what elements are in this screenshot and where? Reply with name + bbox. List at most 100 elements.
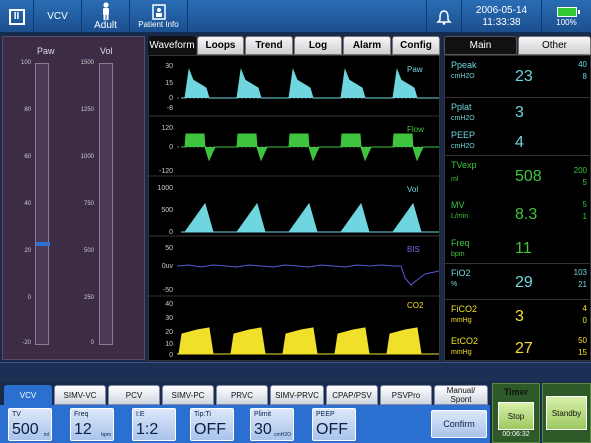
param-unit: % (451, 281, 458, 288)
paw-tick-label: 0 (169, 95, 173, 102)
param-row-peep[interactable]: PEEP cmH2O 4 (445, 126, 591, 156)
tab-main[interactable]: Main (444, 36, 517, 55)
co2-tick-label: 20 (165, 329, 173, 336)
vol-tick-label: 0 (169, 229, 173, 236)
paw-scale-label: -20 (22, 340, 31, 346)
setting-unit: ml (43, 432, 49, 438)
battery-status: 100% (542, 0, 591, 33)
datetime-display: 2006-05-14 11:33:38 (462, 0, 542, 33)
tab-loops[interactable]: Loops (197, 36, 244, 55)
param-alarm-low: 1 (582, 212, 587, 221)
paw-scale-label: 40 (24, 201, 31, 207)
bis-tick-label: 0uv (162, 263, 174, 270)
vol-bar-label: Vol (100, 46, 113, 56)
bis-tick-label: -50 (163, 287, 173, 294)
tab-other[interactable]: Other (518, 36, 591, 55)
vol-scale-label: 750 (83, 201, 94, 207)
patient-type-button[interactable]: Adult (82, 0, 130, 33)
flow-wave-label: Flow (407, 125, 424, 134)
param-value: 3 (515, 308, 524, 325)
standby-button[interactable]: Standby (546, 396, 587, 430)
waveform-svg: Paw 30 15 0 -8 Flow 120 0 -120 Vol 1000 … (149, 63, 439, 359)
timer-stop-button[interactable]: Stop (498, 402, 534, 430)
bis-waveform (176, 264, 439, 286)
param-row-fico2[interactable]: FiCO2 mmHg 3 4 0 (445, 300, 591, 332)
setting-tv-button[interactable]: TV 500 ml (8, 408, 52, 441)
paw-wave-label: Paw (407, 65, 423, 74)
tab-trend[interactable]: Trend (245, 36, 293, 55)
vol-scale-label: 250 (83, 295, 94, 301)
vol-waveform (181, 202, 439, 233)
co2-tick-label: 40 (165, 301, 173, 308)
param-row-mv[interactable]: MV L/min 8.3 5 1 (445, 196, 591, 234)
setting-ie-button[interactable]: I:E 1:2 (132, 408, 176, 441)
patient-info-button[interactable]: Patient Info (130, 0, 188, 33)
menu-button[interactable]: II (0, 0, 34, 33)
param-value: 508 (515, 168, 542, 185)
co2-tick-label: 0 (169, 352, 173, 359)
setting-label: TV (12, 411, 21, 418)
paw-waveform (181, 68, 439, 99)
patient-type-label: Adult (94, 20, 117, 31)
tab-config[interactable]: Config (392, 36, 440, 55)
param-value: 8.3 (515, 206, 538, 223)
param-alarm-high: 200 (573, 166, 587, 175)
mode-tab-simv-prvc[interactable]: SIMV-PRVC (270, 385, 324, 405)
standby-panel: Standby (542, 383, 591, 443)
setting-tip-ti-button[interactable]: Tip:Ti OFF (190, 408, 234, 441)
setting-value: 1:2 (136, 421, 159, 438)
setting-value: 12 (74, 421, 92, 438)
param-row-ppeak[interactable]: Ppeak cmH2O 23 40 8 (445, 56, 591, 98)
param-alarm-high: 50 (578, 336, 587, 345)
waveform-tab-bar: Waveform Loops Trend Log Alarm Config (148, 36, 440, 55)
param-unit: ml (451, 176, 459, 183)
param-value: 23 (515, 68, 533, 85)
param-name: Ppeak (451, 60, 477, 70)
tab-log[interactable]: Log (294, 36, 342, 55)
tab-waveform[interactable]: Waveform (148, 36, 196, 55)
confirm-button[interactable]: Confirm (431, 410, 487, 438)
setting-value: OFF (194, 421, 226, 438)
bar-graph-panel: Paw Vol 100 80 60 40 20 0 -20 1500 1250 … (2, 36, 145, 360)
param-row-fio2[interactable]: FiO2 % 29 103 21 (445, 264, 591, 300)
setting-plimit-button[interactable]: Plimit 30 cmH2O (250, 408, 294, 441)
param-row-etco2[interactable]: EtCO2 mmHg 27 50 15 (445, 332, 591, 362)
param-alarm-high: 40 (578, 60, 587, 69)
param-alarm-high: 4 (582, 304, 587, 313)
setting-label: PEEP (316, 411, 335, 418)
param-row-pplat[interactable]: Pplat cmH2O 3 (445, 98, 591, 126)
param-alarm-high: 5 (582, 200, 587, 209)
param-row-tvexp[interactable]: TVexp ml 508 200 5 (445, 156, 591, 196)
mode-tab-simv-vc[interactable]: SIMV-VC (54, 385, 106, 405)
vol-scale-label: 1250 (80, 107, 94, 113)
paw-tick-label: 15 (165, 80, 173, 87)
mode-tab-psvpro[interactable]: PSVPro (380, 385, 432, 405)
date-text: 2006-05-14 (475, 4, 528, 16)
param-unit: cmH2O (451, 143, 475, 150)
param-name: TVexp (451, 160, 477, 170)
paw-scale-label: 20 (24, 248, 31, 254)
param-name: EtCO2 (451, 336, 479, 346)
mode-tab-prvc[interactable]: PRVC (216, 385, 268, 405)
setting-peep-button[interactable]: PEEP OFF (312, 408, 356, 441)
mode-tab-pcv[interactable]: PCV (108, 385, 160, 405)
param-row-freq[interactable]: Freq bpm 11 (445, 234, 591, 264)
param-value: 11 (515, 240, 532, 257)
tab-alarm[interactable]: Alarm (343, 36, 391, 55)
mode-tab-manual-spont[interactable]: Manual/ Spont (434, 385, 488, 405)
param-alarm-low: 8 (582, 72, 587, 81)
status-strip (0, 362, 591, 382)
param-value: 27 (515, 340, 533, 357)
alarm-silence-button[interactable] (426, 0, 462, 33)
vol-bar-track (99, 63, 113, 345)
bell-icon (436, 9, 452, 25)
flow-tick-label: -120 (159, 168, 173, 175)
vol-scale-label: 0 (90, 340, 94, 346)
top-bar: II VCV Adult Patient Info 2006-05-14 11:… (0, 0, 591, 33)
mode-tab-vcv[interactable]: VCV (4, 385, 52, 405)
co2-tick-label: 10 (165, 341, 173, 348)
setting-label: Freq (74, 411, 89, 418)
mode-tab-simv-pc[interactable]: SIMV-PC (162, 385, 214, 405)
setting-freq-button[interactable]: Freq 12 bpm (70, 408, 114, 441)
mode-tab-cpap-psv[interactable]: CPAP/PSV (326, 385, 378, 405)
